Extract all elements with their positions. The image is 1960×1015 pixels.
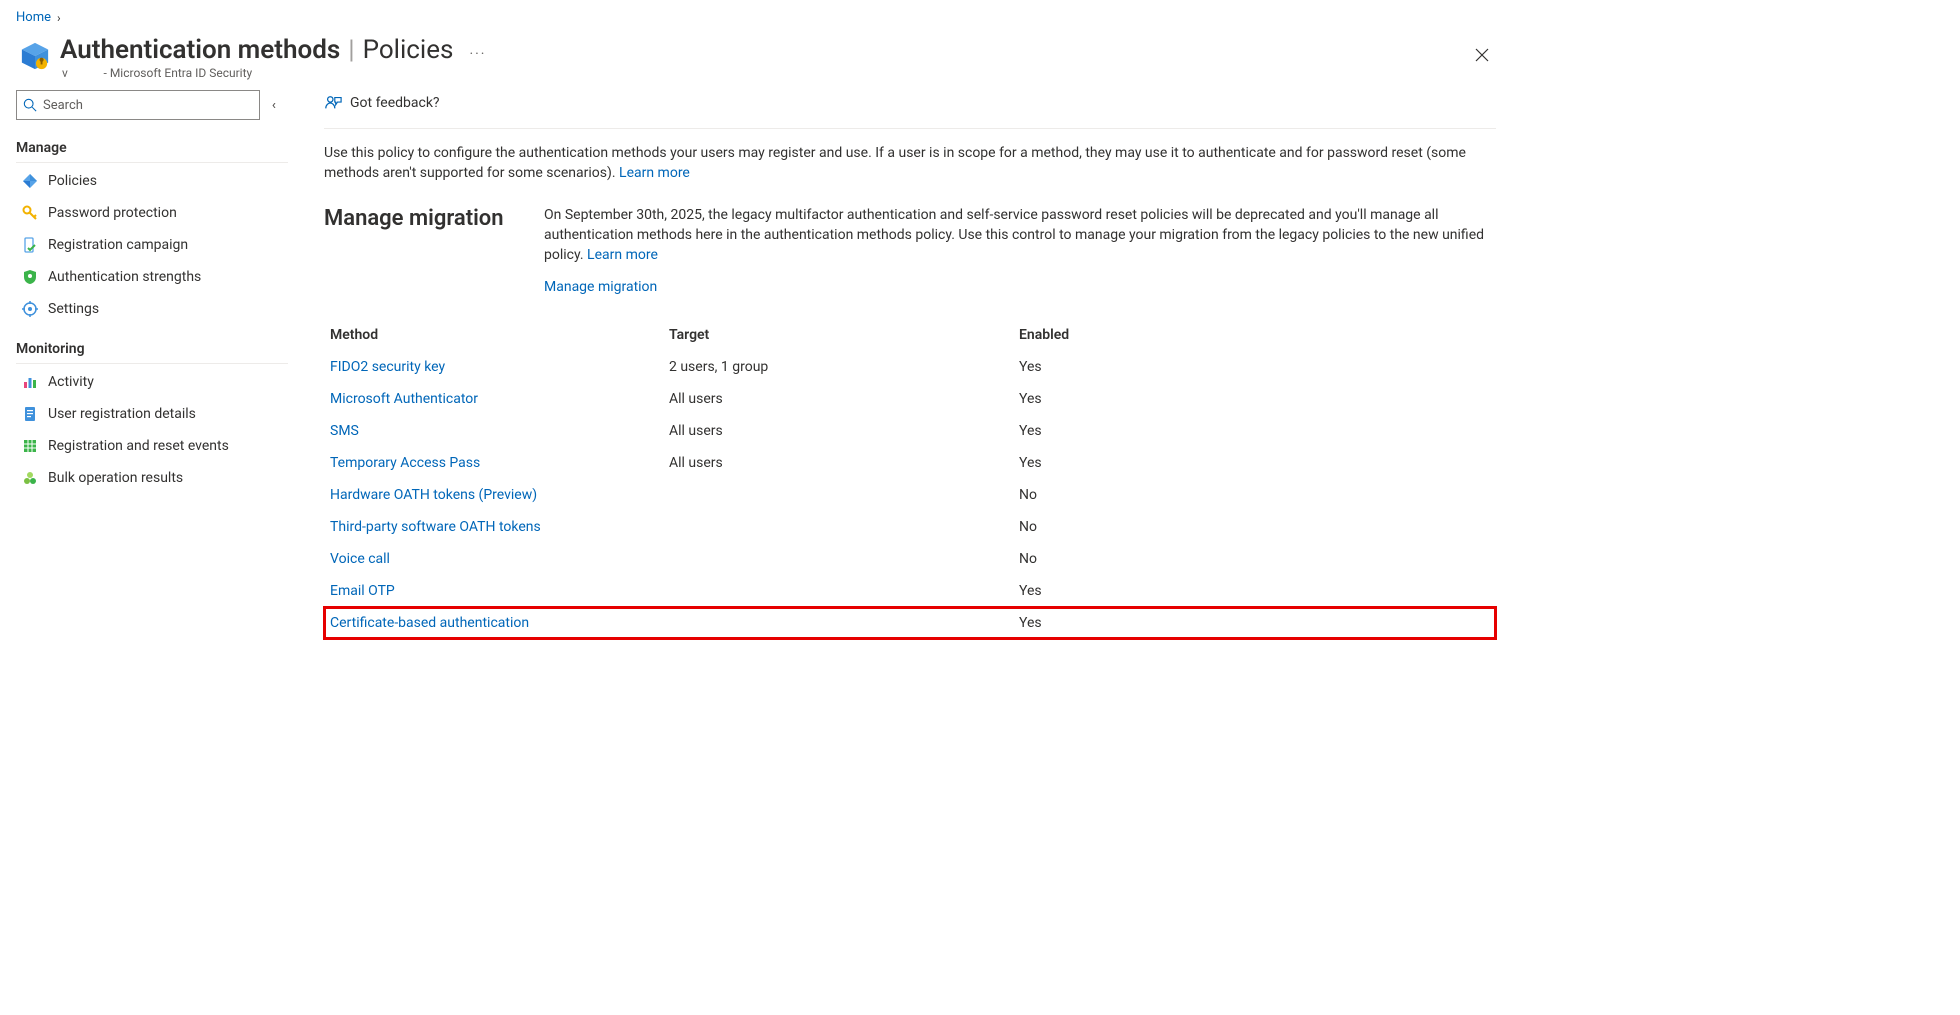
method-enabled: Yes [1019,391,1099,407]
toolbar: Got feedback? [324,90,1496,129]
method-enabled: Yes [1019,615,1099,631]
feedback-button[interactable]: Got feedback? [324,90,440,116]
method-name-link[interactable]: FIDO2 security key [324,359,669,375]
cluster-icon [18,470,42,486]
sidebar: ‹‹ Manage Policies Password protection R… [16,84,296,639]
table-row[interactable]: Certificate-based authentication Yes [324,607,1496,639]
chevron-right-icon: › [57,11,61,25]
sidebar-item-settings[interactable]: Settings [16,293,288,325]
sidebar-item-policies[interactable]: Policies [16,165,288,197]
page-title: Authentication methods [60,35,340,65]
migration-learn-more-link[interactable]: Learn more [587,247,658,263]
method-enabled: Yes [1019,423,1099,439]
shield-icon [18,269,42,285]
sidebar-item-reg-reset-events[interactable]: Registration and reset events [16,430,288,462]
sidebar-item-label: User registration details [48,406,196,422]
sidebar-item-label: Password protection [48,205,177,221]
intro-text: Use this policy to configure the authent… [324,143,1496,183]
methods-table: Method Target Enabled FIDO2 security key… [324,319,1496,639]
diamond-icon [18,173,42,189]
auth-methods-icon [16,37,54,75]
sidebar-item-user-registration[interactable]: User registration details [16,398,288,430]
feedback-icon [324,94,342,112]
intro-learn-more-link[interactable]: Learn more [619,165,690,181]
method-name-link[interactable]: Email OTP [324,583,669,599]
method-name-link[interactable]: Certificate-based authentication [324,615,669,631]
close-button[interactable] [1466,39,1498,71]
method-enabled: Yes [1019,359,1099,375]
method-name-link[interactable]: SMS [324,423,669,439]
method-name-link[interactable]: Microsoft Authenticator [324,391,669,407]
breadcrumb: Home › [0,0,1520,33]
method-enabled: Yes [1019,455,1099,471]
search-input[interactable] [43,98,253,113]
table-row[interactable]: Microsoft AuthenticatorAll usersYes [324,383,1496,415]
migration-heading: Manage migration [324,205,544,233]
method-name-link[interactable]: Voice call [324,551,669,567]
table-row[interactable]: Voice call No [324,543,1496,575]
table-row[interactable]: Temporary Access PassAll usersYes [324,447,1496,479]
page-section: Policies [363,35,454,65]
sidebar-item-label: Policies [48,173,97,189]
table-row[interactable]: SMSAll usersYes [324,415,1496,447]
page-header: Authentication methods | Policies ··· v … [0,33,1520,84]
sidebar-item-bulk-results[interactable]: Bulk operation results [16,462,288,494]
scope-subtitle: v - Microsoft Entra ID Security [62,66,1466,80]
search-icon [23,98,37,112]
method-target: All users [669,455,1019,471]
nav-group-manage: Manage [16,134,288,163]
table-row[interactable]: Email OTP Yes [324,575,1496,607]
nav-group-monitoring: Monitoring [16,335,288,364]
document-icon [18,406,42,422]
method-target: All users [669,391,1019,407]
method-target: All users [669,423,1019,439]
table-row[interactable]: FIDO2 security key2 users, 1 groupYes [324,351,1496,383]
col-header-method: Method [324,327,669,343]
col-header-target: Target [669,327,1019,343]
search-input-wrap[interactable] [16,90,260,120]
more-actions-button[interactable]: ··· [469,46,486,62]
barchart-icon [18,374,42,390]
phone-check-icon [18,237,42,253]
gear-icon [18,301,42,317]
main-content: Got feedback? Use this policy to configu… [296,84,1520,639]
sidebar-item-label: Settings [48,301,99,317]
breadcrumb-home[interactable]: Home [16,10,51,25]
table-icon [18,438,42,454]
method-enabled: No [1019,519,1099,535]
method-name-link[interactable]: Temporary Access Pass [324,455,669,471]
methods-header-row: Method Target Enabled [324,319,1496,351]
method-target: 2 users, 1 group [669,359,1019,375]
method-enabled: No [1019,487,1099,503]
sidebar-item-label: Bulk operation results [48,470,183,486]
title-separator: | [348,35,354,65]
sidebar-item-label: Registration campaign [48,237,188,253]
sidebar-item-registration-campaign[interactable]: Registration campaign [16,229,288,261]
method-name-link[interactable]: Third-party software OATH tokens [324,519,669,535]
sidebar-item-label: Authentication strengths [48,269,201,285]
sidebar-item-auth-strengths[interactable]: Authentication strengths [16,261,288,293]
migration-description: On September 30th, 2025, the legacy mult… [544,207,1484,263]
manage-migration-link[interactable]: Manage migration [544,279,657,295]
method-name-link[interactable]: Hardware OATH tokens (Preview) [324,487,669,503]
table-row[interactable]: Hardware OATH tokens (Preview) No [324,479,1496,511]
sidebar-item-activity[interactable]: Activity [16,366,288,398]
method-enabled: Yes [1019,583,1099,599]
sidebar-item-label: Activity [48,374,94,390]
sidebar-item-label: Registration and reset events [48,438,229,454]
table-row[interactable]: Third-party software OATH tokens No [324,511,1496,543]
col-header-enabled: Enabled [1019,327,1099,343]
feedback-label: Got feedback? [350,95,440,111]
method-enabled: No [1019,551,1099,567]
sidebar-item-password-protection[interactable]: Password protection [16,197,288,229]
key-icon [18,205,42,221]
